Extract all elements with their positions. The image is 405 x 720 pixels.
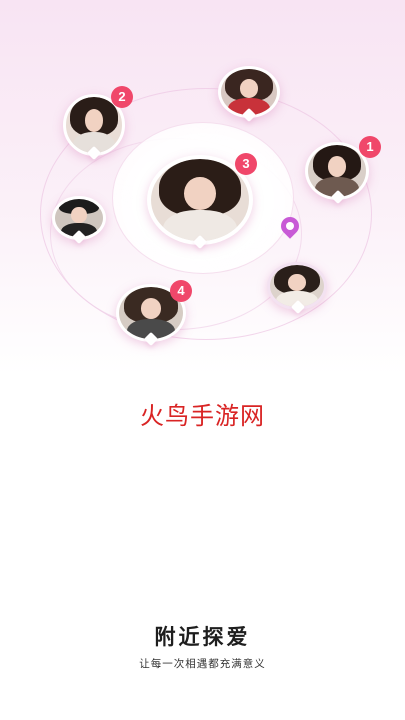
match-count-badge: 1 — [359, 136, 381, 158]
nearby-user-avatar-3[interactable]: 3 — [147, 153, 257, 253]
match-count-badge: 3 — [235, 153, 257, 175]
page-title: 附近探爱 — [154, 625, 251, 649]
match-count-badge: 2 — [111, 86, 133, 108]
match-count-badge: 4 — [170, 280, 192, 302]
page-subtitle: 让每一次相遇都充满意义 — [139, 658, 266, 670]
watermark-text: 火鸟手游网 — [140, 402, 265, 430]
nearby-user-avatar-1[interactable]: 1 — [305, 136, 381, 208]
nearby-user-avatar-top[interactable] — [218, 66, 280, 128]
nearby-user-avatar-4[interactable]: 4 — [116, 280, 192, 348]
nearby-user-avatar-left[interactable] — [52, 196, 106, 246]
nearby-user-avatar-bottom-right[interactable] — [267, 262, 329, 320]
nearby-user-avatar-2[interactable]: 2 — [63, 86, 133, 161]
